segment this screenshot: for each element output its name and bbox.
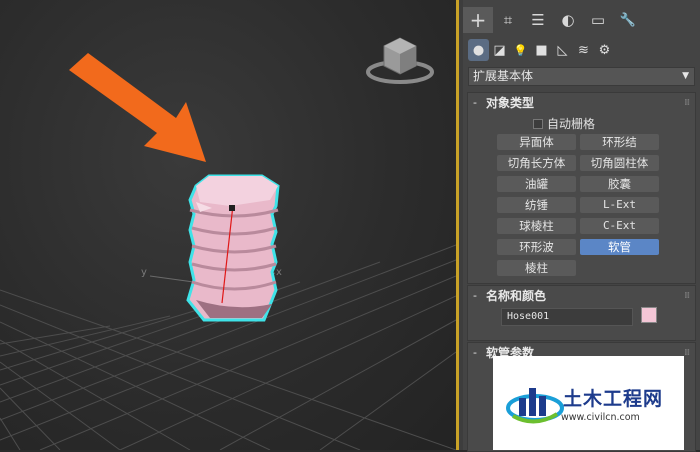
object-button-chamfer-cyl[interactable]: 切角圆柱体 <box>580 155 659 171</box>
object-type-rollout-header[interactable]: - 对象类型 ⁞⁞ <box>468 93 695 113</box>
command-panel-tabs: + ⌗ ☰ ◐ ▭ 🔧 <box>463 7 700 33</box>
name-color-rollout-header[interactable]: - 名称和颜色 ⁞⁞ <box>468 286 695 306</box>
create-subtabs: ● ◪ 💡 ■ ◺ ≋ ⚙ <box>468 39 700 61</box>
object-name-field[interactable]: Hose001 <box>501 308 633 326</box>
watermark-text: 土木工程网 <box>563 388 664 410</box>
object-button-l-ext[interactable]: L-Ext <box>580 197 659 213</box>
helpers-subtab-icon[interactable]: ◺ <box>552 39 573 61</box>
object-button-hedra[interactable]: 异面体 <box>497 134 576 150</box>
collapse-icon: - <box>473 289 477 302</box>
shapes-subtab-icon[interactable]: ◪ <box>489 39 510 61</box>
rollout-title: 对象类型 <box>486 96 535 110</box>
object-button-spindle[interactable]: 纺锤 <box>497 197 576 213</box>
name-color-rollout: - 名称和颜色 ⁞⁞ Hose001 <box>467 285 696 341</box>
category-dropdown[interactable]: 扩展基本体 ▼ <box>468 67 695 86</box>
object-button-oil-tank[interactable]: 油罐 <box>497 176 576 192</box>
auto-grid-checkbox[interactable]: 自动栅格 <box>533 115 595 132</box>
axis-x-label: x <box>276 267 282 278</box>
rollout-title: 名称和颜色 <box>486 289 547 303</box>
object-button-chamfer-box[interactable]: 切角长方体 <box>497 155 576 171</box>
hose-object <box>186 174 280 322</box>
modify-tab-icon[interactable]: ⌗ <box>493 7 523 33</box>
category-dropdown-value: 扩展基本体 <box>473 69 534 83</box>
viewport-scene: y x <box>0 37 456 450</box>
object-type-rollout: - 对象类型 ⁞⁞ 自动栅格 异面体 环形结 切角长方体 切角圆柱体 油罐 胶囊… <box>467 92 696 284</box>
drag-grip-icon: ⁞⁞ <box>684 291 690 301</box>
display-tab-icon[interactable]: ▭ <box>583 7 613 33</box>
lights-subtab-icon[interactable]: 💡 <box>510 39 531 61</box>
space-warps-subtab-icon[interactable]: ≋ <box>573 39 594 61</box>
object-button-capsule[interactable]: 胶囊 <box>580 176 659 192</box>
perspective-viewport[interactable]: y x <box>0 0 456 450</box>
collapse-icon: - <box>473 346 477 359</box>
object-color-swatch[interactable] <box>641 307 657 323</box>
drag-grip-icon: ⁞⁞ <box>684 348 690 358</box>
object-button-ringwave[interactable]: 环形波 <box>497 239 576 255</box>
object-button-gengon[interactable]: 球棱柱 <box>497 218 576 234</box>
object-button-prism[interactable]: 棱柱 <box>497 260 576 276</box>
drag-grip-icon: ⁞⁞ <box>684 98 690 108</box>
watermark-logo <box>506 388 564 424</box>
object-button-c-ext[interactable]: C-Ext <box>580 218 659 234</box>
cameras-subtab-icon[interactable]: ■ <box>531 39 552 61</box>
geometry-subtab-icon[interactable]: ● <box>468 39 489 61</box>
collapse-icon: - <box>473 96 477 109</box>
watermark-url: www.civilcn.com <box>561 412 640 423</box>
auto-grid-label: 自动栅格 <box>547 117 596 131</box>
hierarchy-tab-icon[interactable]: ☰ <box>523 7 553 33</box>
chevron-down-icon: ▼ <box>682 71 689 81</box>
watermark: 土木工程网 www.civilcn.com <box>493 356 684 450</box>
create-tab-icon[interactable]: + <box>463 7 493 33</box>
annotation-arrow <box>69 53 206 162</box>
utilities-tab-icon[interactable]: 🔧 <box>613 7 643 33</box>
checkbox-icon <box>533 119 543 129</box>
viewcube <box>366 37 434 84</box>
object-button-hose[interactable]: 软管 <box>580 239 659 255</box>
object-button-torus-knot[interactable]: 环形结 <box>580 134 659 150</box>
motion-tab-icon[interactable]: ◐ <box>553 7 583 33</box>
systems-subtab-icon[interactable]: ⚙ <box>594 39 615 61</box>
axis-y-label: y <box>141 267 147 278</box>
